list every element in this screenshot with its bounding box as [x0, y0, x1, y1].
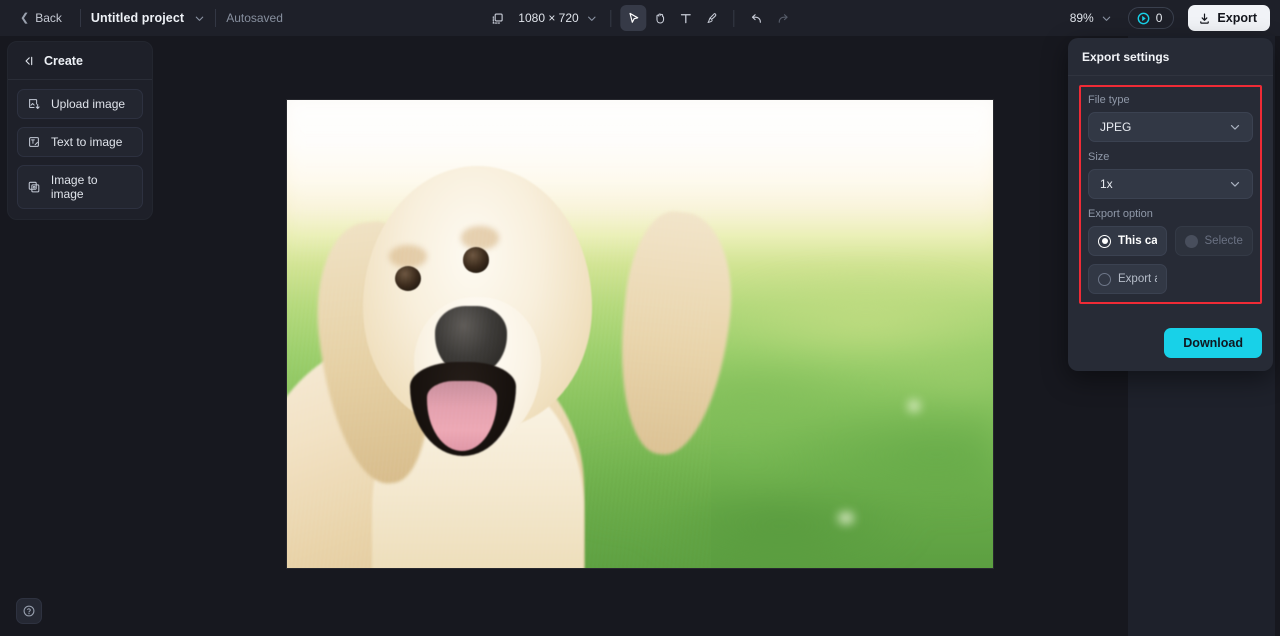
export-settings-highlight-region: File type JPEG Size 1x Export option Thi… [1079, 85, 1262, 304]
chevron-down-icon[interactable] [194, 13, 205, 24]
image-bokeh-speck [837, 511, 854, 524]
top-toolbar: ❮ Back Untitled project Autosaved 1080 ×… [0, 0, 1280, 36]
export-option-label-text: Export all ... [1118, 273, 1157, 285]
export-button-label: Export [1217, 11, 1257, 25]
export-option-this-canvas[interactable]: This canvas [1088, 226, 1167, 256]
image-editor-app: ❮ Back Untitled project Autosaved 1080 ×… [0, 0, 1280, 636]
sidebar-items: Upload image Text to image Image to imag… [8, 80, 152, 209]
autosave-status: Autosaved [226, 11, 283, 25]
brush-tool-button[interactable] [699, 5, 725, 31]
size-select[interactable]: 1x [1088, 169, 1253, 199]
chevron-down-icon [1102, 16, 1110, 21]
toolbar-separator-1 [610, 9, 612, 27]
export-option-row-2: Export all ... [1088, 264, 1253, 294]
cursor-icon [629, 12, 639, 23]
export-option-row-1: This canvas Selected l... [1088, 226, 1253, 256]
sidebar-header-label: Create [44, 54, 83, 68]
redo-icon [778, 13, 788, 23]
image-bokeh-speck [908, 399, 921, 412]
file-type-select[interactable]: JPEG [1088, 112, 1253, 142]
export-settings-body: File type JPEG Size 1x Export option Thi… [1068, 76, 1273, 316]
chevron-left-icon: ❮ [20, 11, 30, 24]
zoom-level-selector[interactable]: 89% [1064, 7, 1116, 29]
text-icon [680, 13, 691, 23]
select-tool-button[interactable] [620, 5, 647, 31]
canvas-dimensions-selector[interactable]: 1080 × 720 [510, 7, 601, 29]
back-button-label: Back [35, 11, 62, 25]
export-option-export-all[interactable]: Export all ... [1088, 264, 1167, 294]
radio-unselected-icon [1098, 272, 1111, 286]
zoom-level-value: 89% [1069, 11, 1094, 25]
text-tool-button[interactable] [673, 5, 699, 31]
export-settings-panel: Export settings File type JPEG Size 1x E… [1068, 38, 1273, 371]
canvas-resize-icon[interactable] [484, 5, 510, 31]
topbar-center-tools: 1080 × 720 [484, 0, 795, 36]
sidebar-item-upload-image[interactable]: Upload image [17, 89, 143, 119]
redo-button[interactable] [770, 5, 796, 31]
file-type-label: File type [1088, 94, 1130, 106]
credits-badge[interactable]: 0 [1127, 7, 1175, 29]
export-option-label: Export option [1088, 208, 1153, 220]
size-label: Size [1088, 151, 1110, 163]
credit-coin-icon [1137, 12, 1150, 24]
chevron-down-icon [1230, 182, 1240, 187]
radio-selected-icon [1098, 234, 1111, 248]
dog-fur-texture [287, 100, 711, 568]
text-to-image-icon [29, 137, 39, 147]
sidebar-collapse-header[interactable]: Create [8, 42, 152, 80]
help-circle-icon [23, 605, 35, 617]
export-option-label-text: This canvas [1118, 235, 1157, 247]
image-to-image-icon [28, 181, 40, 193]
export-option-label-text: Selected l... [1204, 235, 1244, 247]
brush-icon [707, 12, 717, 23]
topbar-divider-1 [79, 9, 81, 27]
canvas-image[interactable] [287, 100, 993, 568]
sidebar-item-label: Text to image [51, 135, 123, 149]
hand-icon [656, 12, 664, 24]
file-type-value: JPEG [1100, 120, 1132, 134]
export-option-selected-layers: Selected l... [1174, 226, 1253, 256]
export-settings-footer: Download [1068, 316, 1273, 371]
sidebar-item-label: Image to image [50, 173, 98, 201]
hand-tool-button[interactable] [647, 5, 673, 31]
help-button[interactable] [16, 598, 42, 624]
sidebar-item-text-to-image[interactable]: Text to image [17, 127, 143, 157]
export-settings-title: Export settings [1068, 38, 1273, 76]
export-button[interactable]: Export [1188, 5, 1270, 31]
size-value: 1x [1100, 177, 1113, 191]
canvas-dimensions-value: 1080 × 720 [518, 11, 579, 25]
collapse-panel-icon [25, 56, 33, 66]
topbar-left-group: ❮ Back Untitled project Autosaved [0, 6, 283, 30]
sidebar-item-image-to-image[interactable]: Image to image [17, 165, 143, 209]
chevron-down-icon [588, 16, 596, 21]
project-name[interactable]: Untitled project [91, 11, 184, 25]
undo-icon [751, 13, 761, 23]
image-dog-subject [287, 100, 740, 568]
toolbar-separator-2 [733, 9, 735, 27]
download-icon [1200, 12, 1210, 24]
sidebar-item-label: Upload image [51, 97, 126, 111]
credits-count: 0 [1155, 11, 1163, 25]
radio-disabled-icon [1184, 234, 1198, 248]
undo-button[interactable] [744, 5, 770, 31]
download-button[interactable]: Download [1164, 328, 1262, 358]
create-sidebar: Create Upload image Text to image Image … [7, 41, 153, 220]
back-button[interactable]: ❮ Back [12, 6, 70, 30]
topbar-divider-2 [215, 9, 217, 27]
chevron-down-icon [1230, 125, 1240, 130]
upload-image-icon [29, 99, 40, 109]
topbar-right-group: 89% 0 Export [1064, 0, 1270, 36]
canvas-area[interactable] [0, 36, 1128, 636]
